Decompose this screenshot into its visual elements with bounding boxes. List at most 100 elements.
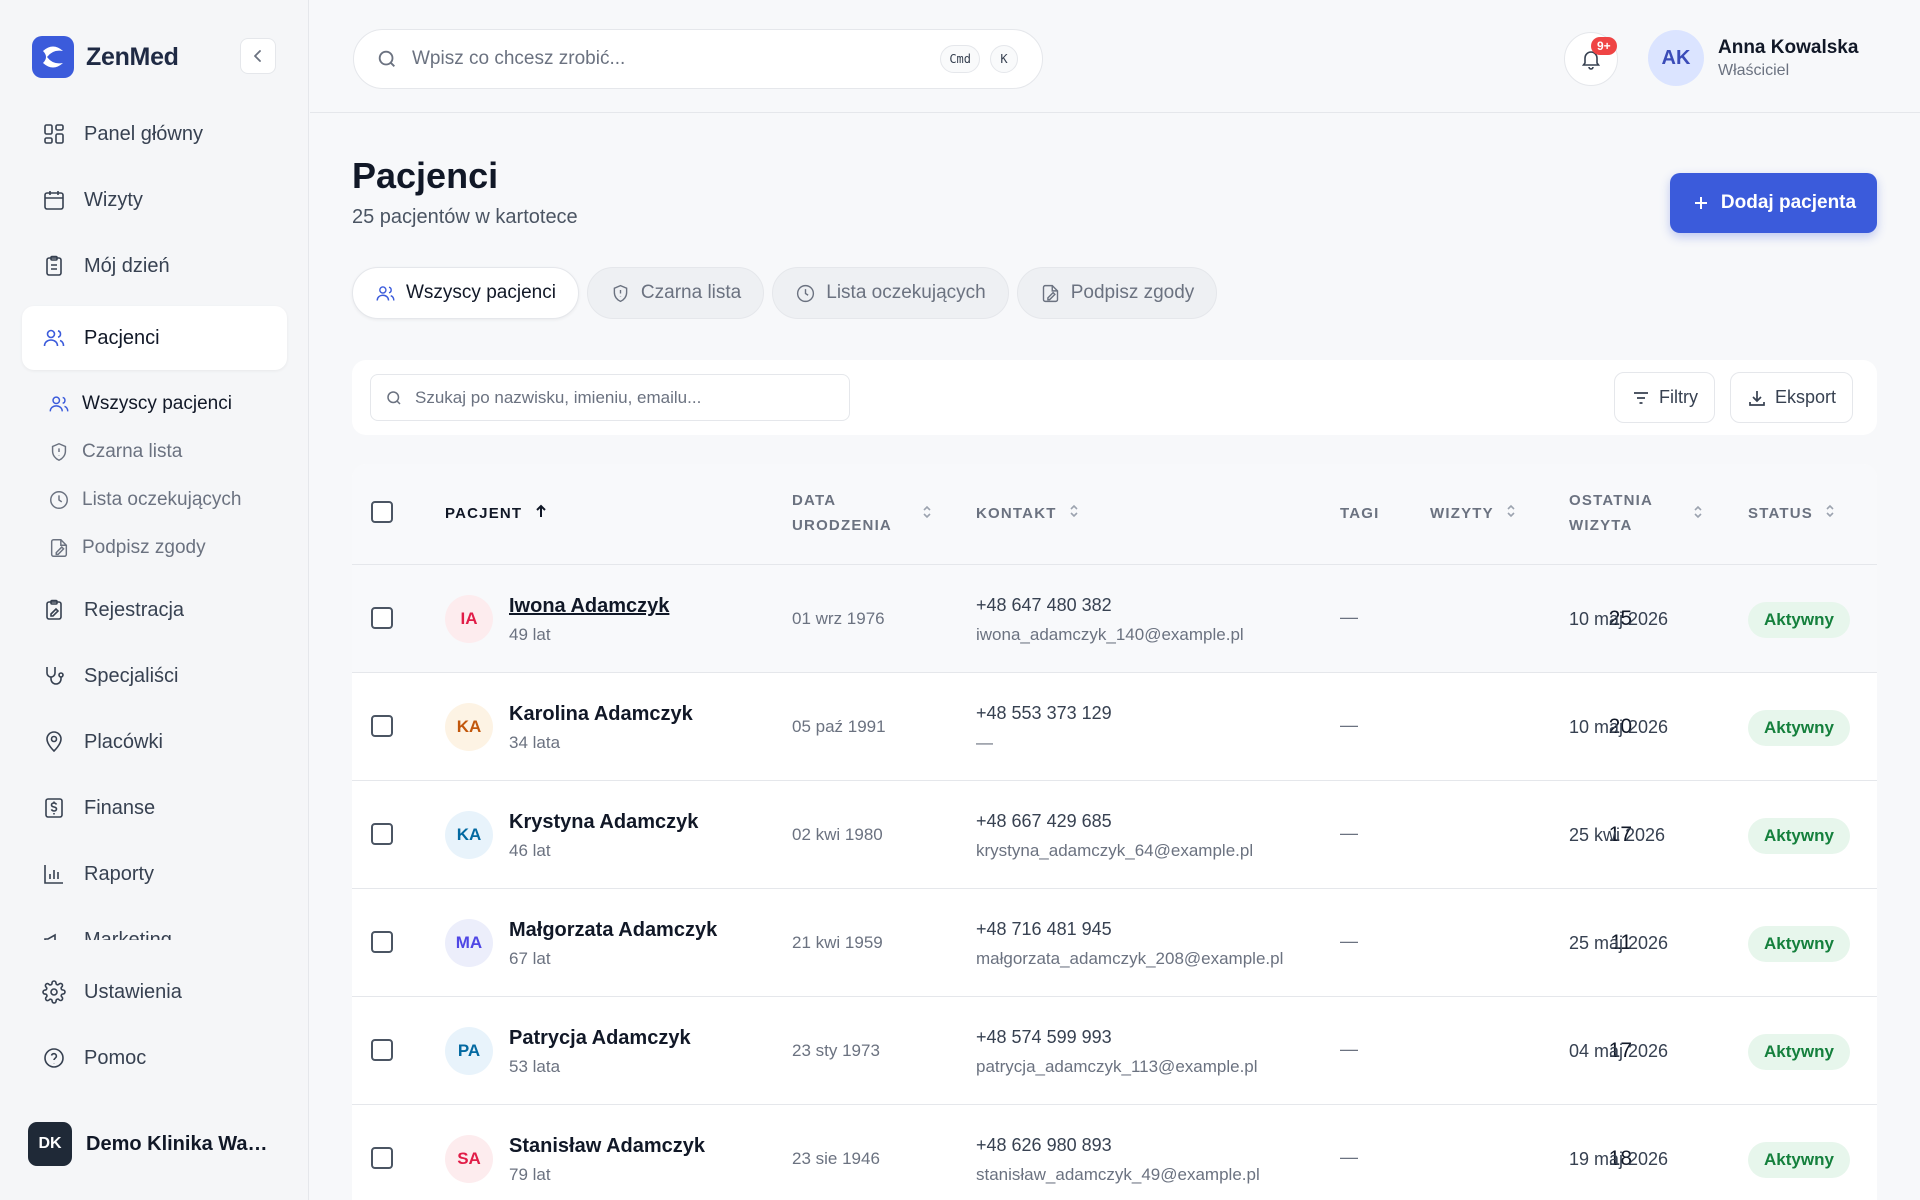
map-pin-icon bbox=[46, 731, 62, 753]
patient-tags: — bbox=[1340, 823, 1358, 843]
patient-age: 67 lat bbox=[509, 949, 551, 968]
patient-age: 53 lata bbox=[509, 1057, 561, 1076]
column-header-label: WIZYTA bbox=[1569, 517, 1633, 534]
sidebar-subitem-wszyscy-pacjenci[interactable]: Wszyscy pacjenci bbox=[22, 380, 287, 428]
user-name: Anna Kowalska bbox=[1718, 36, 1859, 58]
sidebar-item-wizyty[interactable]: Wizyty bbox=[22, 174, 287, 226]
sort-icon[interactable] bbox=[1692, 504, 1704, 525]
sidebar-item-placowki[interactable]: Placówki bbox=[22, 716, 287, 768]
row-checkbox[interactable] bbox=[371, 1147, 393, 1169]
sidebar-item-panel-glowny[interactable]: Panel główny bbox=[22, 108, 287, 160]
column-header-visits[interactable]: WIZYTY bbox=[1430, 501, 1517, 527]
column-header-dob[interactable]: DATA URODZENIA bbox=[792, 488, 892, 538]
table-row[interactable]: KA Krystyna Adamczyk 46 lat 02 kwi 1980 … bbox=[352, 781, 1877, 889]
column-header-last-visit[interactable]: OSTATNIA WIZYTA bbox=[1569, 488, 1653, 538]
patient-name-link[interactable]: Stanisław Adamczyk bbox=[509, 1135, 705, 1158]
patient-age: 34 lata bbox=[509, 733, 561, 752]
search-icon bbox=[378, 50, 395, 67]
tab-wszyscy-pacjenci[interactable]: Wszyscy pacjenci bbox=[352, 267, 579, 319]
org-avatar: DK bbox=[28, 1122, 72, 1166]
patient-search-input[interactable]: Szukaj po nazwisku, imieniu, emailu... bbox=[370, 374, 850, 421]
patient-tags: — bbox=[1340, 1039, 1358, 1059]
patient-name-link[interactable]: Karolina Adamczyk bbox=[509, 703, 693, 726]
select-all-checkbox[interactable] bbox=[371, 501, 393, 523]
tab-czarna-lista[interactable]: Czarna lista bbox=[586, 267, 765, 319]
sidebar-item-label: Mój dzień bbox=[84, 254, 170, 277]
patient-search-placeholder: Szukaj po nazwisku, imieniu, emailu... bbox=[415, 387, 702, 407]
sign-doc-icon bbox=[50, 539, 68, 557]
export-button[interactable]: Eksport bbox=[1730, 372, 1854, 423]
brand[interactable]: ZenMed bbox=[32, 36, 179, 78]
table-row[interactable]: IA Iwona Adamczyk 49 lat 01 wrz 1976 +48… bbox=[352, 565, 1877, 673]
sidebar-subitem-label: Czarna lista bbox=[82, 441, 183, 462]
column-header-label: TAGI bbox=[1340, 505, 1380, 522]
export-label: Eksport bbox=[1775, 387, 1837, 407]
column-header-patient[interactable]: PACJENT bbox=[445, 501, 548, 527]
table-row[interactable]: KA Karolina Adamczyk 34 lata 05 paź 1991… bbox=[352, 673, 1877, 781]
patient-avatar: KA bbox=[445, 703, 493, 751]
row-checkbox[interactable] bbox=[371, 931, 393, 953]
patient-name-link[interactable]: Małgorzata Adamczyk bbox=[509, 919, 717, 942]
user-menu[interactable]: AK Anna Kowalska Właściciel bbox=[1648, 30, 1858, 86]
sidebar-item-pacjenci[interactable]: Pacjenci bbox=[22, 306, 287, 370]
org-switcher[interactable]: DK Demo Klinika Warszawa bbox=[28, 1122, 271, 1166]
chevron-left-icon bbox=[254, 50, 261, 62]
sidebar-item-specjalisci[interactable]: Specjaliści bbox=[22, 650, 287, 702]
clock-icon bbox=[50, 491, 68, 509]
sidebar-item-marketing[interactable]: Marketing bbox=[22, 914, 287, 940]
tab-label: Wszyscy pacjenci bbox=[406, 282, 556, 303]
column-header-label: PACJENT bbox=[445, 505, 523, 522]
notifications-badge: 9+ bbox=[1591, 37, 1617, 55]
patient-name-link[interactable]: Patrycja Adamczyk bbox=[509, 1027, 691, 1050]
clipboard-icon bbox=[46, 255, 62, 276]
sidebar-subitem-czarna-lista[interactable]: Czarna lista bbox=[22, 428, 287, 476]
column-header-label: STATUS bbox=[1748, 505, 1813, 522]
tab-lista-oczekujacych[interactable]: Lista oczekujących bbox=[772, 267, 1009, 319]
sort-icon[interactable] bbox=[921, 504, 933, 525]
column-header-label: URODZENIA bbox=[792, 517, 892, 534]
patient-age: 46 lat bbox=[509, 841, 551, 860]
users-icon bbox=[49, 396, 69, 412]
filters-button[interactable]: Filtry bbox=[1614, 372, 1715, 423]
row-checkbox[interactable] bbox=[371, 715, 393, 737]
table-row[interactable]: PA Patrycja Adamczyk 53 lata 23 sty 1973… bbox=[352, 997, 1877, 1105]
row-checkbox[interactable] bbox=[371, 823, 393, 845]
patient-last-visit: 10 maj 2026 bbox=[1569, 609, 1669, 629]
patient-name-link[interactable]: Iwona Adamczyk bbox=[509, 595, 669, 618]
column-header-status[interactable]: STATUS bbox=[1748, 501, 1836, 527]
notifications-button[interactable]: 9+ bbox=[1564, 32, 1618, 86]
patient-tags: — bbox=[1340, 1147, 1358, 1167]
sidebar-item-moj-dzien[interactable]: Mój dzień bbox=[22, 240, 287, 292]
row-checkbox[interactable] bbox=[371, 1039, 393, 1061]
add-patient-button[interactable]: Dodaj pacjenta bbox=[1670, 173, 1877, 233]
row-checkbox[interactable] bbox=[371, 607, 393, 629]
sidebar-subitem-lista-oczekujacych[interactable]: Lista oczekujących bbox=[22, 476, 287, 524]
table-header: PACJENT DATA URODZENIA KONTAKT TAGI WIZY… bbox=[352, 464, 1877, 565]
patient-tags: — bbox=[1340, 715, 1358, 735]
sidebar-item-rejestracja[interactable]: Rejestracja bbox=[22, 584, 287, 636]
sidebar-item-pomoc[interactable]: Pomoc bbox=[22, 1032, 287, 1084]
table-row[interactable]: SA Stanisław Adamczyk 79 lat 23 sie 1946… bbox=[352, 1105, 1877, 1200]
patient-email: małgorzata_adamczyk_208@example.pl bbox=[976, 949, 1284, 968]
patient-avatar: SA bbox=[445, 1135, 493, 1183]
patient-avatar: KA bbox=[445, 811, 493, 859]
command-search-input[interactable]: Wpisz co chcesz zrobić... Cmd K bbox=[353, 29, 1043, 89]
sidebar-subitem-podpisz-zgody[interactable]: Podpisz zgody bbox=[22, 524, 287, 572]
patient-tabs: Wszyscy pacjenci Czarna lista Lista ocze… bbox=[352, 267, 1218, 319]
patient-avatar: IA bbox=[445, 595, 493, 643]
table-row[interactable]: MA Małgorzata Adamczyk 67 lat 21 kwi 195… bbox=[352, 889, 1877, 997]
table-body: IA Iwona Adamczyk 49 lat 01 wrz 1976 +48… bbox=[352, 565, 1877, 1200]
clock-icon bbox=[797, 284, 815, 302]
sidebar-item-ustawienia[interactable]: Ustawienia bbox=[22, 966, 287, 1018]
collapse-sidebar-button[interactable] bbox=[240, 38, 276, 74]
sidebar-item-raporty[interactable]: Raporty bbox=[22, 848, 287, 900]
sidebar-item-finanse[interactable]: Finanse bbox=[22, 782, 287, 834]
patient-name-link[interactable]: Krystyna Adamczyk bbox=[509, 811, 698, 834]
patient-avatar: MA bbox=[445, 919, 493, 967]
filters-label: Filtry bbox=[1659, 387, 1698, 407]
patient-phone: +48 553 373 129 bbox=[976, 703, 1112, 723]
patients-table: PACJENT DATA URODZENIA KONTAKT TAGI WIZY… bbox=[352, 464, 1877, 1200]
sidebar-item-label: Ustawienia bbox=[84, 980, 182, 1003]
column-header-contact[interactable]: KONTAKT bbox=[976, 501, 1080, 527]
tab-podpisz-zgody[interactable]: Podpisz zgody bbox=[1016, 267, 1218, 319]
